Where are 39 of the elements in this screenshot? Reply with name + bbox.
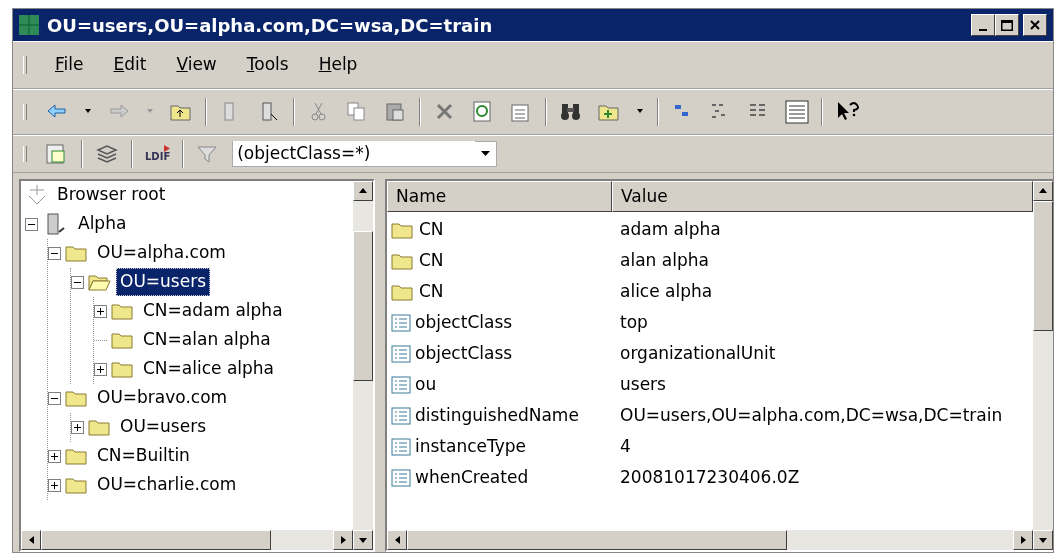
table-cell-text: top [619, 311, 649, 335]
table-cell-text: alan alpha [619, 249, 710, 273]
menu-item[interactable]: Edit [105, 50, 155, 80]
tree-item[interactable]: OU=charlie.com [93, 471, 241, 499]
column-header[interactable]: Name [387, 180, 612, 212]
tree-item[interactable]: OU=alpha.com [93, 239, 230, 267]
table-cell-text: CN [419, 249, 444, 273]
window-title: OU=users,OU=alpha.com,DC=wsa,DC=train [47, 13, 493, 38]
table-cell-text: objectClass [415, 311, 513, 335]
tree-item[interactable]: Alpha [74, 210, 131, 238]
tree-item[interactable]: CN=alice alpha [139, 355, 279, 383]
column-header[interactable]: Value [612, 180, 1033, 212]
table-cell-text: CN [419, 280, 444, 304]
table-cell-text: whenCreated [415, 466, 529, 490]
tree-item[interactable]: OU=bravo.com [93, 384, 232, 412]
menu-item[interactable]: Help [310, 50, 366, 80]
table-cell-text: ou [415, 373, 437, 397]
table-cell-text: users [619, 373, 667, 397]
table-cell-text: adam alpha [619, 218, 722, 242]
table-cell-text: 4 [619, 435, 632, 459]
table-cell-text: objectClass [415, 342, 513, 366]
table-cell-text: 20081017230406.0Z [619, 466, 801, 490]
table-cell-text: instanceType [415, 435, 527, 459]
tree-item[interactable]: CN=adam alpha [139, 297, 287, 325]
table-cell-text: OU=users,OU=alpha.com,DC=wsa,DC=train [619, 404, 1004, 428]
menu-item[interactable]: Tools [238, 50, 297, 80]
table-cell-text: distinguishedName [415, 404, 579, 428]
tree-item[interactable]: CN=alan alpha [139, 326, 275, 354]
tree-item[interactable]: Browser root [53, 181, 170, 209]
menu-item[interactable]: File [47, 50, 92, 80]
table-cell-text: organizationalUnit [619, 342, 777, 366]
ldif-button[interactable]: LDIF [143, 143, 173, 164]
tree-item[interactable]: OU=users [116, 268, 210, 296]
tree-item[interactable]: CN=Builtin [93, 442, 194, 470]
table-cell-text: alice alpha [619, 280, 714, 304]
tree-item[interactable]: OU=users [116, 413, 210, 441]
menu-item[interactable]: View [168, 50, 225, 80]
filter-field[interactable]: (objectClass=*) [232, 140, 498, 167]
table-cell-text: CN [419, 218, 444, 242]
